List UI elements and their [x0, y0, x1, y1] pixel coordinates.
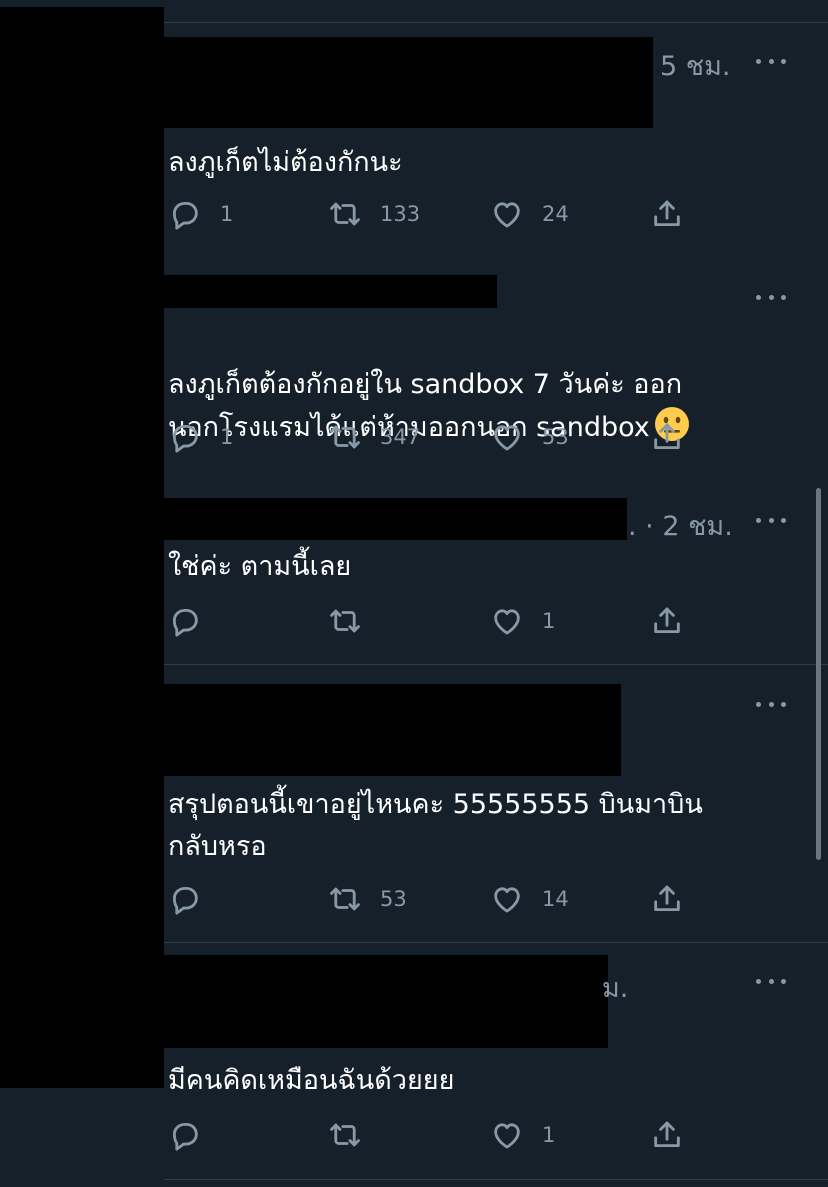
like-count: 1: [542, 609, 556, 633]
tweet-actions: 1 133 24: [168, 196, 708, 232]
share-button[interactable]: [650, 196, 684, 232]
like-count: 53: [542, 425, 569, 449]
retweet-icon: [330, 1123, 360, 1147]
retweet-count: 347: [380, 425, 421, 449]
tweet-text: ลงภูเก็ตไม่ต้องกักนะ: [168, 147, 403, 178]
like-count: 24: [542, 202, 569, 226]
tweet-text: มีคนคิดเหมือนฉันด้วยยย: [168, 1065, 455, 1096]
like-button[interactable]: 14: [490, 881, 569, 917]
like-button[interactable]: 1: [490, 603, 555, 639]
like-icon: [494, 887, 520, 913]
redacted-author: [164, 275, 497, 308]
reply-icon: [172, 424, 198, 453]
share-icon: [654, 1121, 680, 1148]
retweet-count: 133: [380, 202, 421, 226]
tweet-time[interactable]: 5 ชม.: [660, 44, 730, 87]
share-button[interactable]: [650, 881, 684, 917]
more-options-icon[interactable]: [756, 515, 786, 525]
share-icon: [654, 885, 680, 912]
divider: [164, 22, 828, 23]
reply-icon: [172, 201, 198, 230]
tweet-actions: 1 347 53: [168, 419, 708, 455]
reply-icon: [172, 1122, 198, 1151]
tweet-actions: 53 14: [168, 881, 708, 917]
reply-icon: [172, 886, 198, 915]
redacted-author: [164, 498, 627, 540]
like-icon: [494, 609, 520, 635]
share-button[interactable]: [650, 419, 684, 455]
more-options-icon[interactable]: [756, 56, 786, 66]
retweet-icon: [330, 425, 360, 449]
reply-button[interactable]: 1: [168, 196, 233, 232]
divider: [164, 1179, 828, 1180]
retweet-button[interactable]: 133: [328, 196, 420, 232]
like-button[interactable]: 1: [490, 1117, 555, 1153]
like-icon: [494, 202, 520, 228]
retweet-icon: [330, 202, 360, 226]
like-button[interactable]: 53: [490, 419, 569, 455]
redacted-avatars: [0, 7, 164, 1088]
share-button[interactable]: [650, 603, 684, 639]
reply-button[interactable]: [168, 1117, 220, 1153]
like-icon: [494, 1123, 520, 1149]
retweet-icon: [330, 887, 360, 911]
retweet-icon: [330, 609, 360, 633]
more-options-icon[interactable]: [756, 292, 786, 302]
share-icon: [654, 200, 680, 227]
reply-count: 1: [220, 202, 234, 226]
scrollbar[interactable]: [816, 488, 821, 860]
retweet-count: 53: [380, 887, 407, 911]
redacted-author: [164, 37, 653, 128]
reply-button[interactable]: 1: [168, 419, 233, 455]
reply-icon: [172, 608, 198, 637]
retweet-button[interactable]: [328, 603, 380, 639]
more-options-icon[interactable]: [756, 976, 786, 986]
share-icon: [654, 607, 680, 634]
like-button[interactable]: 24: [490, 196, 569, 232]
divider: [164, 664, 828, 665]
reply-count: 1: [220, 425, 234, 449]
tweet-time[interactable]: ม.: [602, 966, 628, 1009]
redacted-author: [164, 684, 621, 776]
retweet-button[interactable]: 53: [328, 881, 407, 917]
tweet-actions: 1: [168, 603, 708, 639]
tweet-time[interactable]: . · 2 ชม.: [628, 504, 733, 547]
like-count: 14: [542, 887, 569, 911]
tweet-text: ใช่ค่ะ ตามนี้เลย: [168, 551, 352, 582]
divider: [164, 942, 828, 943]
share-icon: [654, 423, 680, 450]
share-button[interactable]: [650, 1117, 684, 1153]
reply-button[interactable]: [168, 603, 220, 639]
more-options-icon[interactable]: [756, 699, 786, 709]
reply-feed: 5 ชม. ลงภูเก็ตไม่ต้องกักนะ 1 133 24 ลงภู…: [0, 0, 828, 1187]
like-count: 1: [542, 1123, 556, 1147]
redacted-author: [164, 955, 608, 1048]
tweet-text: สรุปตอนนี้เขาอยู่ไหนคะ 55555555 บินมาบิน…: [168, 789, 703, 862]
tweet-actions: 1: [168, 1117, 708, 1153]
like-icon: [494, 425, 520, 451]
retweet-button[interactable]: [328, 1117, 380, 1153]
retweet-button[interactable]: 347: [328, 419, 420, 455]
reply-button[interactable]: [168, 881, 220, 917]
